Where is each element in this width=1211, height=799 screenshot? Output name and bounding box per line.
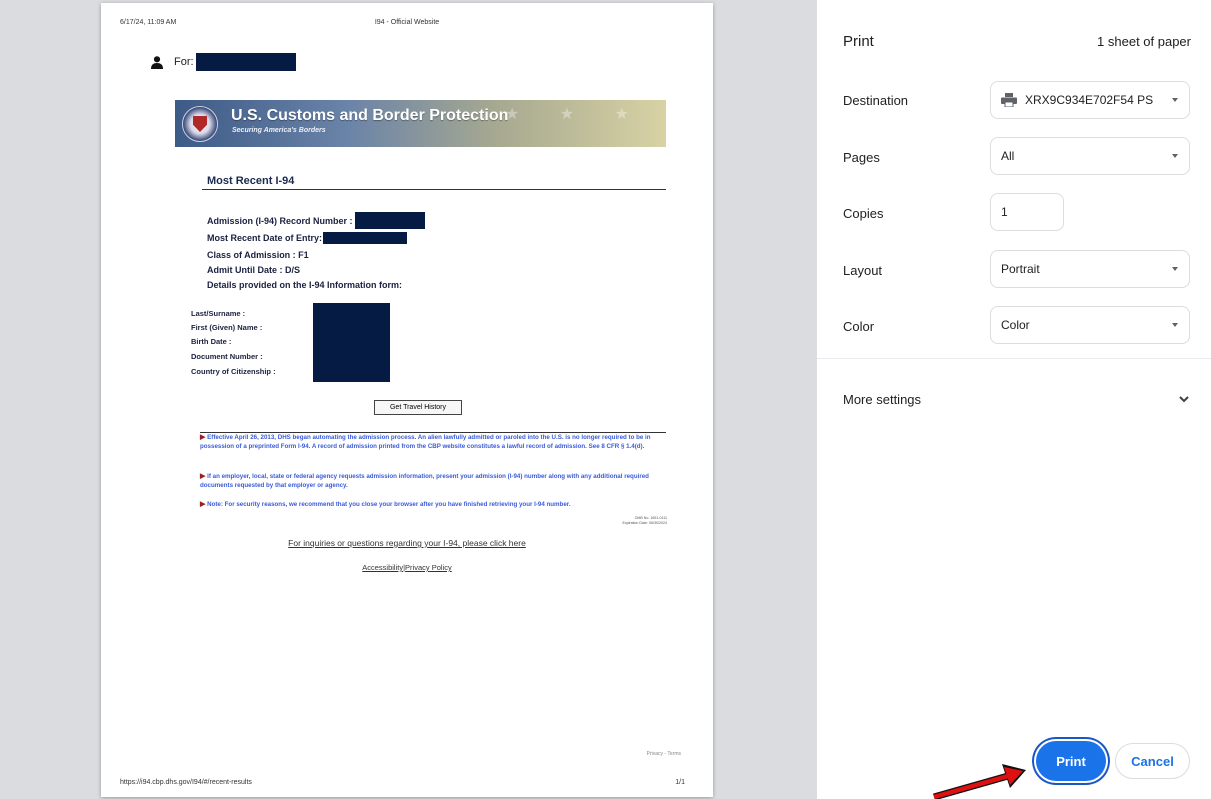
details-label: Details provided on the I-94 Information… (207, 280, 403, 290)
detail-birth-date: Birth Date : (191, 337, 232, 346)
notice-text: Note: For security reasons, we recommend… (207, 501, 571, 508)
red-arrow-annotation (933, 764, 1026, 799)
print-settings-panel: Print 1 sheet of paper Destination XRX9C… (817, 0, 1211, 799)
accessibility-link: Accessibility (362, 563, 404, 572)
banner-subtitle: Securing America's Borders (232, 127, 326, 134)
redacted-record-number (354, 212, 425, 229)
notice-item: ▶ Note: For security reasons, we recomme… (200, 501, 666, 510)
redacted-name (195, 53, 296, 71)
destination-value: XRX9C934E702F54 PS (1025, 93, 1154, 107)
print-preview-area: 6/17/24, 11:09 AM I94 - Official Website… (0, 0, 817, 799)
privacy-policy-link: Privacy Policy (405, 563, 452, 572)
cbp-banner: U.S. Customs and Border Protection Secur… (175, 100, 666, 147)
record-number-row: Admission (I-94) Record Number : (207, 212, 425, 229)
entry-date-row: Most Recent Date of Entry: (207, 232, 408, 244)
entry-date-label: Most Recent Date of Entry: (207, 233, 323, 243)
omb-number: OMB No. 1651-0111 Expiration Date: 06/30… (622, 516, 667, 526)
layout-label: Layout (843, 263, 883, 278)
sheet-count: 1 sheet of paper (1097, 34, 1191, 49)
chevron-down-icon[interactable] (1177, 392, 1191, 406)
banner-decoration: ★ ★ ★ (505, 106, 647, 123)
more-settings-toggle[interactable]: More settings (843, 392, 921, 407)
print-title: Print (843, 33, 874, 50)
notice-text: If an employer, local, state or federal … (200, 473, 649, 489)
caret-down-icon (1172, 154, 1178, 158)
dhs-seal-logo (182, 106, 218, 142)
caret-down-icon (1172, 323, 1178, 327)
for-label: For: (174, 56, 194, 68)
pages-value: All (1001, 149, 1015, 163)
admit-until-date: Admit Until Date : D/S (207, 265, 301, 275)
get-travel-history-button: Get Travel History (374, 400, 462, 415)
section-title: Most Recent I-94 (207, 175, 295, 187)
omb-expiration: Expiration Date: 06/30/2024 (622, 521, 667, 525)
notice-item: ▶ Effective April 26, 2013, DHS began au… (200, 434, 666, 451)
destination-select[interactable]: XRX9C934E702F54 PS (990, 81, 1190, 119)
printer-icon (1001, 93, 1017, 107)
cancel-button[interactable]: Cancel (1115, 743, 1190, 779)
detail-surname: Last/Surname : (191, 309, 246, 318)
redacted-details (313, 303, 390, 382)
copies-input[interactable]: 1 (990, 193, 1064, 231)
privacy-terms: Privacy - Terms (646, 751, 681, 757)
redacted-entry-date (323, 232, 408, 244)
class-of-admission: Class of Admission : F1 (207, 250, 309, 260)
color-value: Color (1001, 318, 1030, 332)
layout-select[interactable]: Portrait (990, 250, 1190, 288)
section-divider (202, 189, 666, 190)
pages-select[interactable]: All (990, 137, 1190, 175)
notice-text: Effective April 26, 2013, DHS began auto… (200, 434, 651, 450)
footer-url: https://i94.cbp.dhs.gov/I94/#/recent-res… (120, 779, 252, 786)
destination-label: Destination (843, 93, 909, 108)
caret-down-icon (1172, 267, 1178, 271)
pages-label: Pages (843, 150, 880, 165)
detail-given-name: First (Given) Name : (191, 323, 263, 332)
for-row: For: (151, 53, 296, 71)
color-select[interactable]: Color (990, 306, 1190, 344)
layout-value: Portrait (1001, 262, 1040, 276)
footer-links: Accessibility|Privacy Policy (101, 563, 713, 572)
copies-label: Copies (843, 206, 884, 221)
detail-citizenship: Country of Citizenship : (191, 367, 276, 376)
record-number-label: Admission (I-94) Record Number : (207, 215, 353, 226)
panel-divider (817, 358, 1211, 359)
arrow-bullet-icon: ▶ (200, 501, 206, 508)
banner-title: U.S. Customs and Border Protection (231, 107, 509, 124)
color-label: Color (843, 319, 875, 334)
person-icon (151, 55, 163, 69)
footer-page-number: 1/1 (675, 779, 685, 786)
notice-item: ▶ If an employer, local, state or federa… (200, 473, 666, 490)
preview-page: 6/17/24, 11:09 AM I94 - Official Website… (101, 3, 713, 797)
inquiry-link: For inquiries or questions regarding you… (288, 538, 526, 548)
caret-down-icon (1172, 98, 1178, 102)
notice-divider (200, 432, 666, 433)
header-site-title: I94 - Official Website (374, 19, 440, 26)
arrow-bullet-icon: ▶ (200, 434, 206, 441)
arrow-bullet-icon: ▶ (200, 473, 206, 480)
detail-document-number: Document Number : (191, 352, 263, 361)
print-button[interactable]: Print (1036, 741, 1106, 781)
